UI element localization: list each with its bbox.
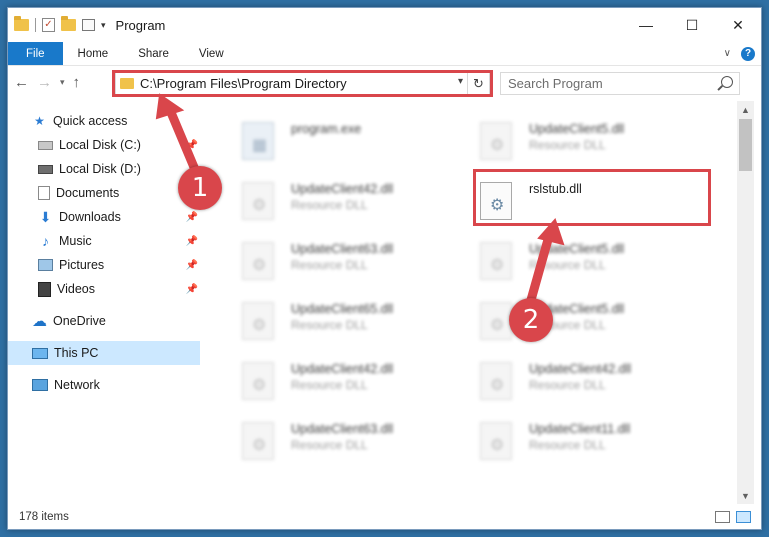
callout-badge-1: 1: [178, 166, 222, 210]
arrow-1-head: [155, 93, 185, 120]
arrow-2-head: [537, 218, 565, 246]
arrow-2-shaft: [526, 231, 554, 305]
arrow-1-shaft: [165, 105, 201, 177]
annotation-arrows: [155, 93, 565, 305]
callout-badge-2: 2: [509, 298, 553, 342]
